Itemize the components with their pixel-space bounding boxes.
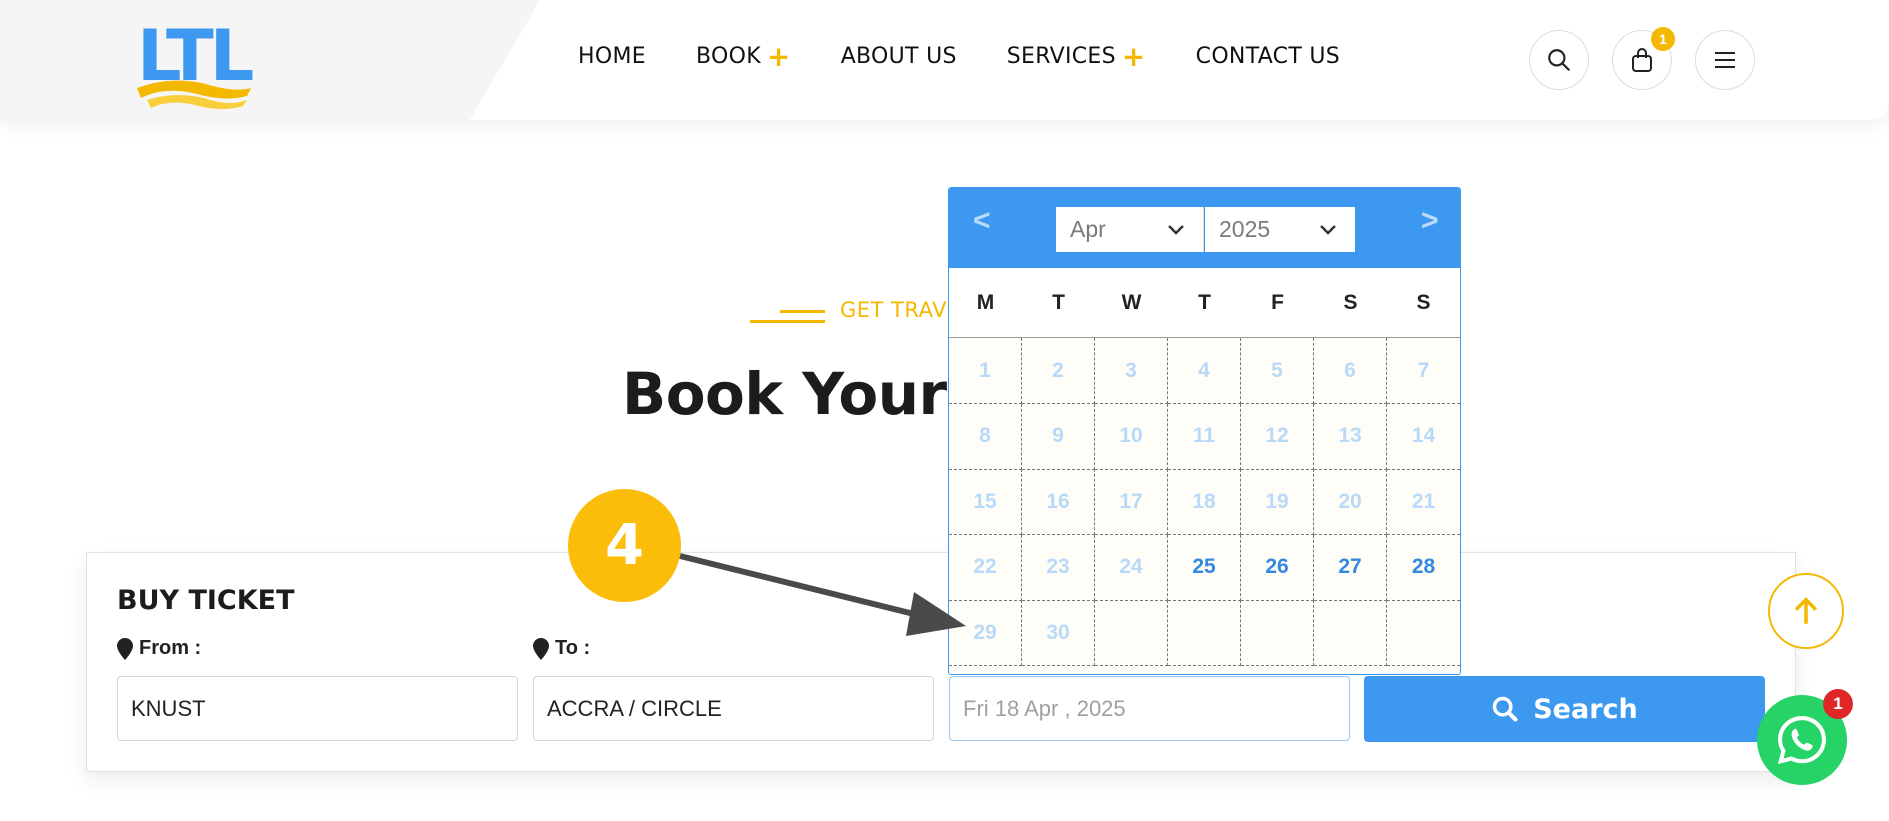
- date-picker-header: < Apr 2025 >: [949, 188, 1460, 268]
- weekday-label: T: [1198, 290, 1211, 314]
- map-pin-icon: [533, 637, 549, 660]
- subtitle-line-left-short: [780, 310, 825, 313]
- calendar-empty-cell: [1095, 600, 1168, 666]
- weekday-label: T: [1052, 290, 1065, 314]
- from-label-text: From :: [139, 637, 202, 659]
- date-picker: < Apr 2025 > M T W T F S S 1 2 3 4 5 6 7 8 9 10 11…: [948, 187, 1461, 675]
- ltl-logo[interactable]: LTL: [135, 22, 255, 117]
- nav-home[interactable]: HOME: [578, 44, 646, 69]
- nav-services[interactable]: SERVICES +: [1006, 39, 1146, 73]
- month-select[interactable]: Apr: [1056, 207, 1204, 252]
- calendar-day: 21: [1387, 469, 1460, 535]
- nav-book-label: BOOK: [695, 44, 761, 69]
- calendar-day: 12: [1241, 403, 1314, 470]
- plus-icon: +: [1121, 39, 1146, 73]
- main-nav: HOME BOOK + ABOUT US SERVICES + CONTACT US: [578, 39, 1390, 73]
- notification-badge: 1: [1823, 689, 1853, 719]
- search-icon: [1548, 49, 1570, 71]
- to-label: To :: [533, 637, 590, 660]
- calendar-day[interactable]: 25: [1168, 534, 1241, 601]
- site-header: LTL HOME BOOK + ABOUT US SERVICES + CONTAC…: [0, 0, 1889, 120]
- map-pin-icon: [117, 637, 133, 660]
- weekday-label: F: [1271, 290, 1284, 314]
- calendar-day: 19: [1241, 469, 1314, 535]
- calendar-day: 29: [949, 600, 1022, 666]
- nav-about-label: ABOUT US: [840, 44, 957, 69]
- scroll-to-top-button[interactable]: [1768, 573, 1844, 649]
- calendar-day: 11: [1168, 403, 1241, 470]
- whatsapp-chat-button[interactable]: 1: [1757, 689, 1853, 785]
- plus-icon: +: [766, 39, 791, 73]
- calendar-day: 24: [1095, 534, 1168, 601]
- search-button[interactable]: [1529, 30, 1589, 90]
- year-select[interactable]: 2025: [1205, 207, 1355, 252]
- whatsapp-icon: [1777, 716, 1826, 765]
- calendar-day: 10: [1095, 403, 1168, 470]
- calendar-day: 13: [1314, 403, 1387, 470]
- weekday-label: W: [1121, 290, 1142, 314]
- calendar-day: 14: [1387, 404, 1460, 470]
- calendar-day[interactable]: 28: [1387, 535, 1460, 601]
- menu-icon: [1715, 52, 1735, 68]
- nav-about-us[interactable]: ABOUT US: [841, 44, 957, 69]
- calendar-day: 30: [1022, 600, 1095, 666]
- nav-contact-label: CONTACT US: [1195, 44, 1341, 69]
- search-icon: [1492, 696, 1518, 722]
- year-value: 2025: [1219, 216, 1271, 242]
- search-button[interactable]: Search: [1364, 676, 1765, 742]
- calendar-day[interactable]: 26: [1241, 534, 1314, 601]
- card-title: BUY TICKET: [117, 585, 295, 616]
- to-field[interactable]: [533, 676, 934, 741]
- nav-services-label: SERVICES: [1006, 44, 1116, 69]
- shopping-bag-icon: [1632, 48, 1652, 72]
- logo-background: [0, 0, 540, 120]
- calendar-day: 17: [1095, 469, 1168, 535]
- weekday-label: M: [976, 290, 995, 314]
- calendar-empty-cell: [1241, 600, 1314, 666]
- calendar-day: 18: [1168, 469, 1241, 535]
- month-value: Apr: [1070, 216, 1106, 242]
- from-field[interactable]: [117, 676, 518, 741]
- weekday-label: S: [1416, 290, 1431, 314]
- calendar-day: 20: [1314, 469, 1387, 535]
- arrow-up-icon: [1794, 597, 1818, 624]
- buy-ticket-card: BUY TICKET From : To : Search: [86, 552, 1796, 772]
- nav-book[interactable]: BOOK +: [695, 39, 791, 73]
- calendar-empty-cell: [1314, 600, 1387, 666]
- cart-button[interactable]: 1: [1612, 27, 1675, 90]
- calendar-day: 6: [1314, 338, 1387, 404]
- calendar-day: 7: [1387, 338, 1460, 404]
- calendar-day: 4: [1168, 338, 1241, 404]
- menu-button[interactable]: [1695, 30, 1755, 90]
- cart-count-badge: 1: [1651, 27, 1675, 51]
- calendar-day: 3: [1095, 338, 1168, 404]
- calendar-empty-cell: [1387, 600, 1460, 666]
- calendar-day: 16: [1022, 469, 1095, 535]
- nav-contact-us[interactable]: CONTACT US: [1196, 44, 1340, 69]
- calendar-day: 15: [949, 469, 1022, 535]
- calendar-day: 8: [949, 403, 1022, 470]
- search-button-label: Search: [1533, 693, 1638, 725]
- to-label-text: To :: [555, 637, 591, 659]
- calendar-day: 22: [949, 534, 1022, 601]
- weekday-row: M T W T F S S: [949, 268, 1460, 338]
- next-month-button[interactable]: >: [1421, 204, 1439, 238]
- calendar-day: 9: [1022, 403, 1095, 470]
- chevron-down-icon: [1168, 224, 1184, 235]
- chevron-down-icon: [1320, 224, 1336, 235]
- calendar-day: 23: [1022, 534, 1095, 601]
- calendar-day[interactable]: 27: [1314, 534, 1387, 601]
- prev-month-button[interactable]: <: [973, 204, 991, 238]
- calendar-day: 1: [949, 338, 1022, 404]
- step-number-badge: 4: [568, 489, 681, 602]
- date-field[interactable]: [949, 676, 1350, 741]
- calendar-empty-cell: [1168, 600, 1241, 666]
- calendar-day: 2: [1022, 338, 1095, 404]
- weekday-label: S: [1343, 290, 1358, 314]
- nav-home-label: HOME: [578, 44, 646, 69]
- subtitle-line-left: [750, 320, 825, 323]
- calendar-day: 5: [1241, 338, 1314, 404]
- from-label: From :: [117, 637, 201, 660]
